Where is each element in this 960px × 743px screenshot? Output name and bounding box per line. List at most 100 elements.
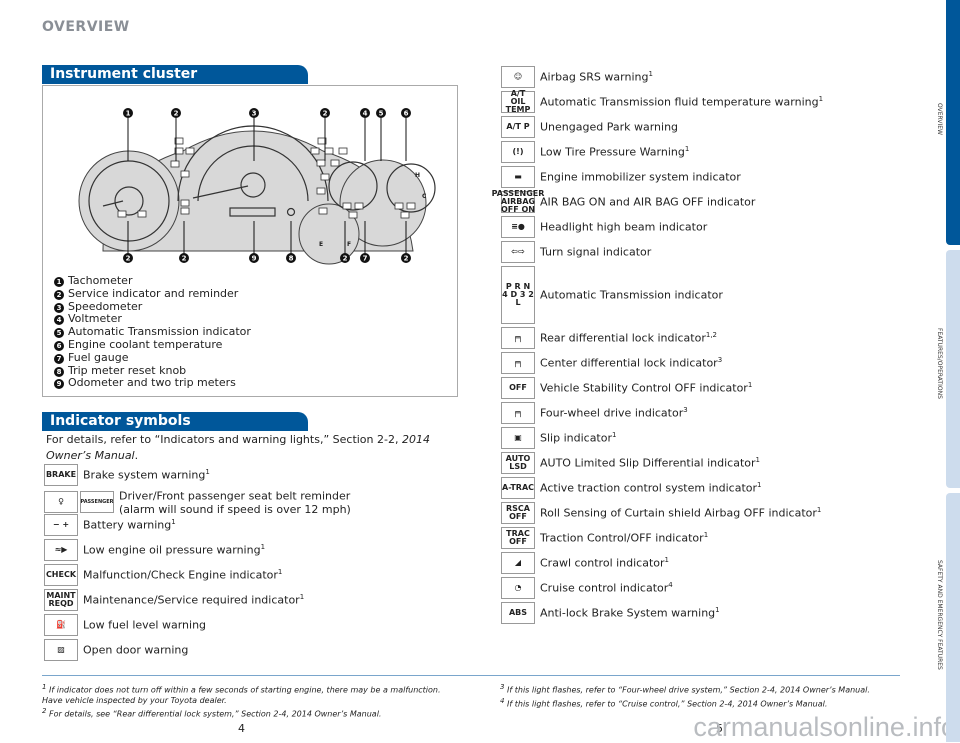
icon-lettering: TRAC OFF (506, 529, 530, 546)
indicator-row: ╒╕ Four-wheel drive indicator3 (501, 402, 688, 424)
indicator-symbols-title: Indicator symbols (42, 412, 308, 431)
indicator-label: Active traction control system indicator… (540, 481, 762, 495)
turn-signal-icon: ⇦⇨ (501, 241, 535, 263)
oil-pressure-icon: ≈▶ (44, 539, 78, 561)
high-beam-icon: ≡● (501, 216, 535, 238)
indicator-row: ╒╕ Center differential lock indicator3 (501, 352, 722, 374)
legend-label: Odometer and two trip meters (68, 376, 236, 390)
indicator-label: Low engine oil pressure warning1 (83, 543, 266, 557)
indicator-label: Traction Control/OFF indicator1 (540, 531, 709, 545)
icon-lettering: A/T P (506, 122, 530, 131)
at-indicator-icon: P R N 4 D 3 2 L (501, 266, 535, 324)
footnote-2: 2 For details, see “Rear differential lo… (42, 706, 382, 719)
callout-top: 2 (323, 110, 328, 118)
indicator-label: Driver/Front passenger seat belt reminde… (119, 489, 351, 516)
indicator-row: ◔ Cruise control indicator4 (501, 577, 673, 599)
callout-top: 4 (363, 110, 368, 118)
number-marker: 7 (54, 353, 64, 364)
indicator-row: (!) Low Tire Pressure Warning1 (501, 141, 689, 163)
indicator-label: Maintenance/Service required indicator1 (83, 593, 305, 607)
callout-bottom: 9 (252, 255, 257, 263)
icon-lettering: − + (52, 520, 70, 529)
callout-top: 6 (404, 110, 409, 118)
instrument-cluster-diagram: H C E F 1 2 3 2 4 5 6 2 2 9 8 2 7 2 (78, 108, 436, 265)
side-tab-features[interactable] (946, 250, 960, 488)
callout-top: 2 (174, 110, 179, 118)
callout-bottom: 2 (343, 255, 348, 263)
side-tab-safety[interactable] (946, 493, 960, 742)
indicator-row: A/T P Unengaged Park warning (501, 116, 678, 138)
side-tab-label: SAFETY AND EMERGENCY FEATURES (936, 560, 943, 670)
indicator-label: Unengaged Park warning (540, 120, 679, 134)
indicator-label: Airbag SRS warning1 (540, 70, 653, 84)
gauge-label-c: C (422, 193, 427, 200)
indicator-label: Crawl control indicator1 (540, 556, 670, 570)
passenger-seatbelt-icon: PASSENGER (80, 491, 114, 514)
number-marker: 5 (54, 328, 64, 339)
indicator-label: AUTO Limited Slip Differential indicator… (540, 456, 760, 470)
indicator-row: A/T OIL TEMP Automatic Transmission fluid… (501, 90, 823, 114)
indicator-row: ♀ PASSENGER Driver/Front passenger seat be… (44, 489, 351, 516)
indicator-label: Open door warning (83, 643, 189, 657)
indicator-row: CHECK Malfunction/Check Engine indicator1 (44, 564, 282, 586)
abs-icon: ABS (501, 602, 535, 624)
indicator-row: ◢ Crawl control indicator1 (501, 552, 669, 574)
legend-item: 9 Odometer and two trip meters (54, 376, 251, 390)
watermark: carmanualsonline.info (693, 712, 956, 742)
brake-icon: BRAKE (44, 464, 78, 486)
indicator-row: ABS Anti-lock Brake System warning1 (501, 602, 720, 624)
indicator-row: ╒╕ Rear differential lock indicator1,2 (501, 327, 717, 349)
icon-lettering: A-TRAC (502, 483, 535, 492)
footnote-1: 1 If indicator does not turn off within … (42, 683, 441, 705)
icon-lettering: AUTO LSD (505, 454, 531, 471)
indicator-label: Low Tire Pressure Warning1 (540, 145, 690, 159)
indicator-label: Battery warning1 (83, 518, 176, 532)
icon-lettering: ♀ (58, 497, 64, 507)
side-tab-overview[interactable] (946, 0, 960, 245)
icon-lettering: ▬ (514, 172, 522, 181)
indicator-label: Low fuel level warning (83, 618, 207, 632)
indicator-label: Headlight high beam indicator (540, 220, 708, 234)
indicator-row: PASSENGER AIRBAG OFF ON AIR BAG ON and AI… (492, 190, 756, 214)
indicator-row: ▣ Slip indicator1 (501, 427, 616, 449)
trac-off-icon: TRAC OFF (501, 527, 535, 549)
icon-lettering: ▣ (514, 433, 522, 442)
icon-lettering: BRAKE (45, 470, 77, 479)
indicator-row: OFF Vehicle Stability Control OFF indicat… (501, 377, 752, 399)
icon-lettering: ╒╕ (513, 408, 523, 417)
indicator-row: ⇦⇨ Turn signal indicator (501, 241, 651, 263)
indicator-label: Roll Sensing of Curtain shield Airbag OF… (540, 506, 822, 520)
cluster-legend: 1 Tachometer 2 Service indicator and remind… (54, 274, 251, 390)
icon-lettering: PASSENGER (80, 499, 114, 506)
at-oil-temp-icon: A/T OIL TEMP (501, 90, 535, 114)
icon-lettering: ▨ (57, 645, 65, 654)
side-tab-label: FEATURES/OPERATIONS (936, 328, 943, 399)
indicator-row: ⛽ Low fuel level warning (44, 614, 206, 636)
center-diff-lock-icon: ╒╕ (501, 352, 535, 374)
intro-text: For details, refer to “Indicators and wa… (46, 433, 402, 446)
number-marker: 6 (54, 340, 64, 351)
gauge-label-h: H (415, 172, 420, 179)
indicator-label: Cruise control indicator4 (540, 581, 673, 595)
icon-lettering: ◢ (514, 558, 522, 567)
indicator-row: A-TRAC Active traction control system ind… (501, 477, 762, 499)
number-marker: 9 (54, 379, 64, 390)
icon-lettering: ⛽ (56, 620, 66, 629)
tire-pressure-icon: (!) (501, 141, 535, 163)
four-wheel-drive-icon: ╒╕ (501, 402, 535, 424)
callout-top: 3 (252, 110, 257, 118)
indicator-label: AIR BAG ON and AIR BAG OFF indicator (540, 195, 756, 209)
seatbelt-icon: ♀ (44, 491, 78, 514)
icon-lettering: ⇦⇨ (511, 247, 525, 256)
callout-top: 5 (379, 110, 384, 118)
indicator-label: Slip indicator1 (540, 431, 617, 445)
section-header: OVERVIEW (42, 19, 130, 35)
number-marker: 1 (54, 277, 64, 287)
indicator-label: Rear differential lock indicator1,2 (540, 331, 718, 345)
callout-top: 1 (126, 110, 131, 118)
airbag-icon: ☺ (501, 66, 535, 88)
icon-lettering: CHECK (45, 570, 77, 579)
vsc-off-icon: OFF (501, 377, 535, 399)
icon-lettering: RSCA OFF (506, 504, 530, 521)
icon-lettering: (!) (512, 147, 524, 156)
